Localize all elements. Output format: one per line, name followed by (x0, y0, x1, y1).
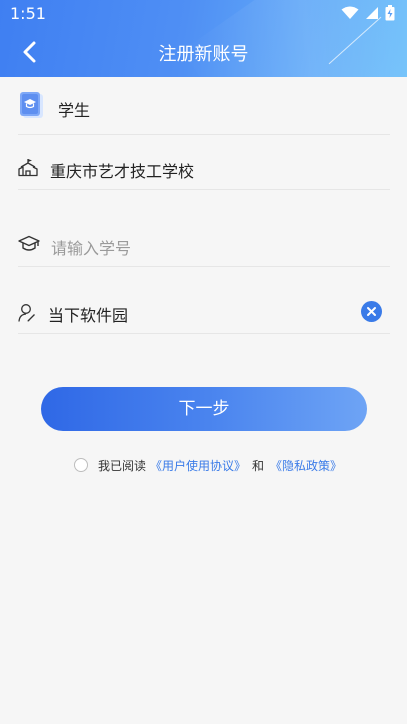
school-building-icon (18, 157, 38, 181)
page-title: 注册新账号 (158, 44, 249, 65)
person-edit-icon (18, 303, 36, 327)
school-row[interactable]: 重庆市艺才技工学校 (18, 140, 390, 190)
role-row[interactable]: 学生 (18, 85, 390, 135)
role-value: 学生 (58, 101, 91, 120)
status-bar: 1:51 (0, 0, 407, 28)
header: 1:51 注册新账号 (0, 0, 407, 77)
signal-icon (366, 7, 378, 19)
status-icons (341, 5, 395, 21)
graduation-cap-icon (18, 235, 40, 257)
wifi-icon (341, 6, 359, 19)
user-agreement-link[interactable]: 《用户使用协议》 (150, 457, 246, 474)
student-id-row[interactable]: 请输入学号 (18, 216, 390, 267)
agreement-prefix: 我已阅读 (98, 458, 147, 473)
next-step-button[interactable]: 下一步 (41, 387, 367, 431)
agreement: 我已阅读 《用户使用协议》 和 《隐私政策》 (74, 456, 342, 474)
student-card-icon (20, 92, 44, 124)
clear-circle-icon (361, 301, 382, 322)
agree-radio[interactable] (74, 458, 88, 472)
clear-button[interactable] (361, 301, 382, 322)
battery-icon (385, 5, 395, 21)
agreement-and: 和 (252, 458, 265, 473)
nav-bar: 注册新账号 (0, 28, 407, 77)
register-screen: 1:51 注册新账号 学生 重庆市艺才技工学校 请输入学号 当下软件园 下一步 … (0, 0, 407, 724)
status-time: 1:51 (10, 4, 46, 23)
privacy-policy-link[interactable]: 《隐私政策》 (270, 457, 342, 474)
school-value: 重庆市艺才技工学校 (50, 162, 195, 181)
name-row[interactable]: 当下软件园 (18, 285, 390, 334)
student-id-input[interactable]: 请输入学号 (51, 235, 131, 259)
name-value: 当下软件园 (48, 306, 129, 325)
